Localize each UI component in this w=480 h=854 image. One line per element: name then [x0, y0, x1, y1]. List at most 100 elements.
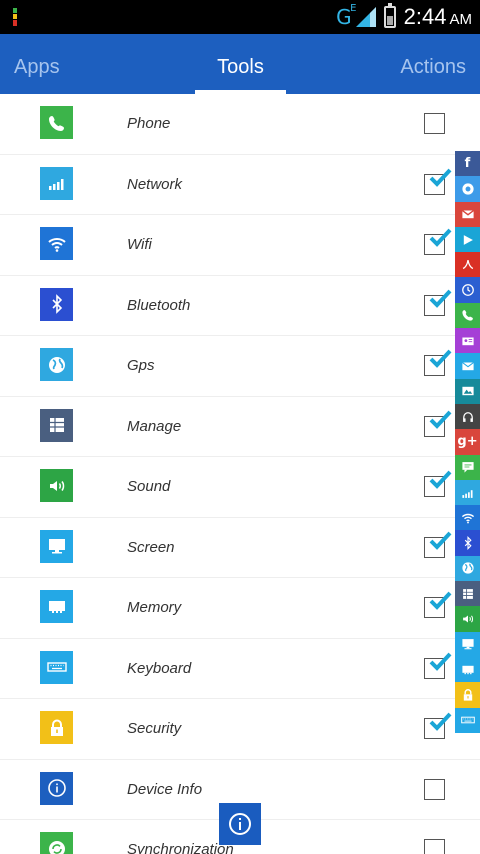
- quickbar-chrome-icon[interactable]: [455, 176, 480, 202]
- monitor-icon: [461, 639, 474, 650]
- quickbar-lock-icon[interactable]: [455, 682, 480, 708]
- list-item-network[interactable]: Network: [0, 155, 480, 215]
- checkbox[interactable]: [424, 228, 452, 255]
- email-icon: [461, 362, 474, 371]
- quickbar-gmail-icon[interactable]: [455, 201, 480, 227]
- checkbox[interactable]: [424, 113, 445, 134]
- list-item-sound[interactable]: Sound: [0, 457, 480, 518]
- quickbar-speaker-icon[interactable]: [455, 606, 480, 632]
- tab-actions[interactable]: Actions: [400, 34, 466, 94]
- notification-icon: [13, 8, 19, 26]
- quickbar-headphones-icon[interactable]: [455, 403, 480, 430]
- google-plus-icon: g+: [457, 434, 478, 450]
- list-item-wifi[interactable]: Wifi: [0, 215, 480, 276]
- memory-icon: [461, 665, 474, 674]
- quickbar-phone-icon[interactable]: [455, 302, 480, 329]
- quickbar-signal-icon[interactable]: [455, 479, 480, 506]
- list-item-manage[interactable]: Manage: [0, 397, 480, 457]
- clock-icon: [461, 284, 474, 297]
- list-item-security[interactable]: Security: [0, 699, 480, 760]
- quickbar-globe-icon[interactable]: [455, 555, 480, 582]
- info-icon: [229, 813, 251, 835]
- checkbox[interactable]: [424, 652, 452, 679]
- grid-icon: [40, 408, 73, 442]
- globe-icon: [461, 562, 474, 574]
- battery-icon: [383, 3, 396, 28]
- checkbox[interactable]: [424, 168, 452, 195]
- tab-bar: Apps Tools Actions: [0, 34, 480, 94]
- quickbar-contacts-icon[interactable]: [455, 328, 480, 354]
- checkmark-icon: [429, 712, 452, 731]
- phone-icon: [461, 310, 473, 322]
- list-item-label: Keyboard: [127, 659, 192, 677]
- quickbar-wifi-icon[interactable]: [455, 505, 480, 531]
- bluetooth-icon: [40, 287, 73, 321]
- list-item-label: Manage: [127, 417, 182, 435]
- status-bar: GE 2:44 AM: [0, 0, 480, 34]
- quickbar-pdf-icon[interactable]: [455, 252, 480, 278]
- clock-ampm: AM: [449, 11, 473, 28]
- list-item-screen[interactable]: Screen: [0, 518, 480, 578]
- checkmark-icon: [429, 470, 452, 489]
- chrome-icon: [461, 183, 474, 195]
- gallery-icon: [461, 387, 474, 396]
- network-type-indicator: GE: [336, 3, 357, 29]
- quickbar-grid-icon[interactable]: [455, 581, 480, 607]
- checkbox[interactable]: [424, 531, 452, 558]
- quickbar-memory-icon[interactable]: [455, 656, 480, 683]
- monitor-icon: [40, 529, 73, 563]
- quickbar-facebook-icon[interactable]: f: [455, 151, 480, 177]
- checkbox[interactable]: [424, 712, 452, 739]
- checkbox[interactable]: [424, 591, 452, 618]
- list-item-bluetooth[interactable]: Bluetooth: [0, 276, 480, 336]
- info-button[interactable]: [219, 803, 261, 845]
- keyboard-icon: [40, 650, 73, 684]
- sync-icon: [40, 832, 73, 854]
- quickbar-google-plus-icon[interactable]: g+: [455, 429, 480, 455]
- list-item-phone[interactable]: Phone: [0, 94, 480, 155]
- message-icon: [461, 462, 474, 473]
- quickbar-bluetooth-icon[interactable]: [455, 530, 480, 556]
- keyboard-icon: [460, 716, 475, 724]
- list-item-memory[interactable]: Memory: [0, 578, 480, 639]
- globe-icon: [40, 348, 73, 381]
- clock: 2:44: [403, 4, 447, 29]
- signal-strength-icon: [355, 7, 376, 27]
- list-item-gps[interactable]: Gps: [0, 336, 480, 397]
- checkbox[interactable]: [424, 778, 445, 800]
- signal-icon: [461, 489, 473, 498]
- checkbox[interactable]: [424, 470, 452, 497]
- grid-icon: [462, 588, 473, 599]
- speaker-icon: [40, 469, 73, 502]
- list-item-keyboard[interactable]: Keyboard: [0, 639, 480, 699]
- quickbar-keyboard-icon[interactable]: [455, 707, 480, 733]
- checkbox[interactable]: [424, 839, 445, 854]
- wifi-icon: [461, 513, 474, 524]
- memory-icon: [40, 590, 73, 623]
- quickbar-message-icon[interactable]: [455, 454, 480, 480]
- checkmark-icon: [429, 289, 452, 308]
- checkmark-icon: [429, 410, 452, 429]
- quickbar-play-store-icon[interactable]: [455, 226, 480, 253]
- bluetooth-icon: [464, 536, 472, 551]
- quickbar-email-icon[interactable]: [455, 353, 480, 379]
- list-item-label: Bluetooth: [127, 296, 191, 314]
- list-item-label: Screen: [127, 538, 175, 556]
- quickbar-gallery-icon[interactable]: [455, 378, 480, 404]
- signal-icon: [40, 166, 73, 200]
- headphones-icon: [462, 411, 473, 422]
- facebook-icon: f: [464, 156, 471, 172]
- tab-tools[interactable]: Tools: [195, 34, 286, 94]
- tools-list: Phone Network Wifi Bluetooth Gps Manage Sound S…: [0, 94, 480, 854]
- checkmark-icon: [429, 652, 452, 671]
- checkbox[interactable]: [424, 289, 452, 316]
- quickbar-monitor-icon[interactable]: [455, 631, 480, 657]
- checkbox[interactable]: [424, 410, 452, 437]
- checkbox[interactable]: [424, 349, 452, 376]
- checkmark-icon: [429, 168, 452, 187]
- gmail-icon: [461, 210, 474, 219]
- list-item-label: Phone: [127, 115, 171, 132]
- quickbar-clock-icon[interactable]: [455, 277, 480, 303]
- checkmark-icon: [429, 591, 452, 610]
- tab-apps[interactable]: Apps: [14, 34, 60, 94]
